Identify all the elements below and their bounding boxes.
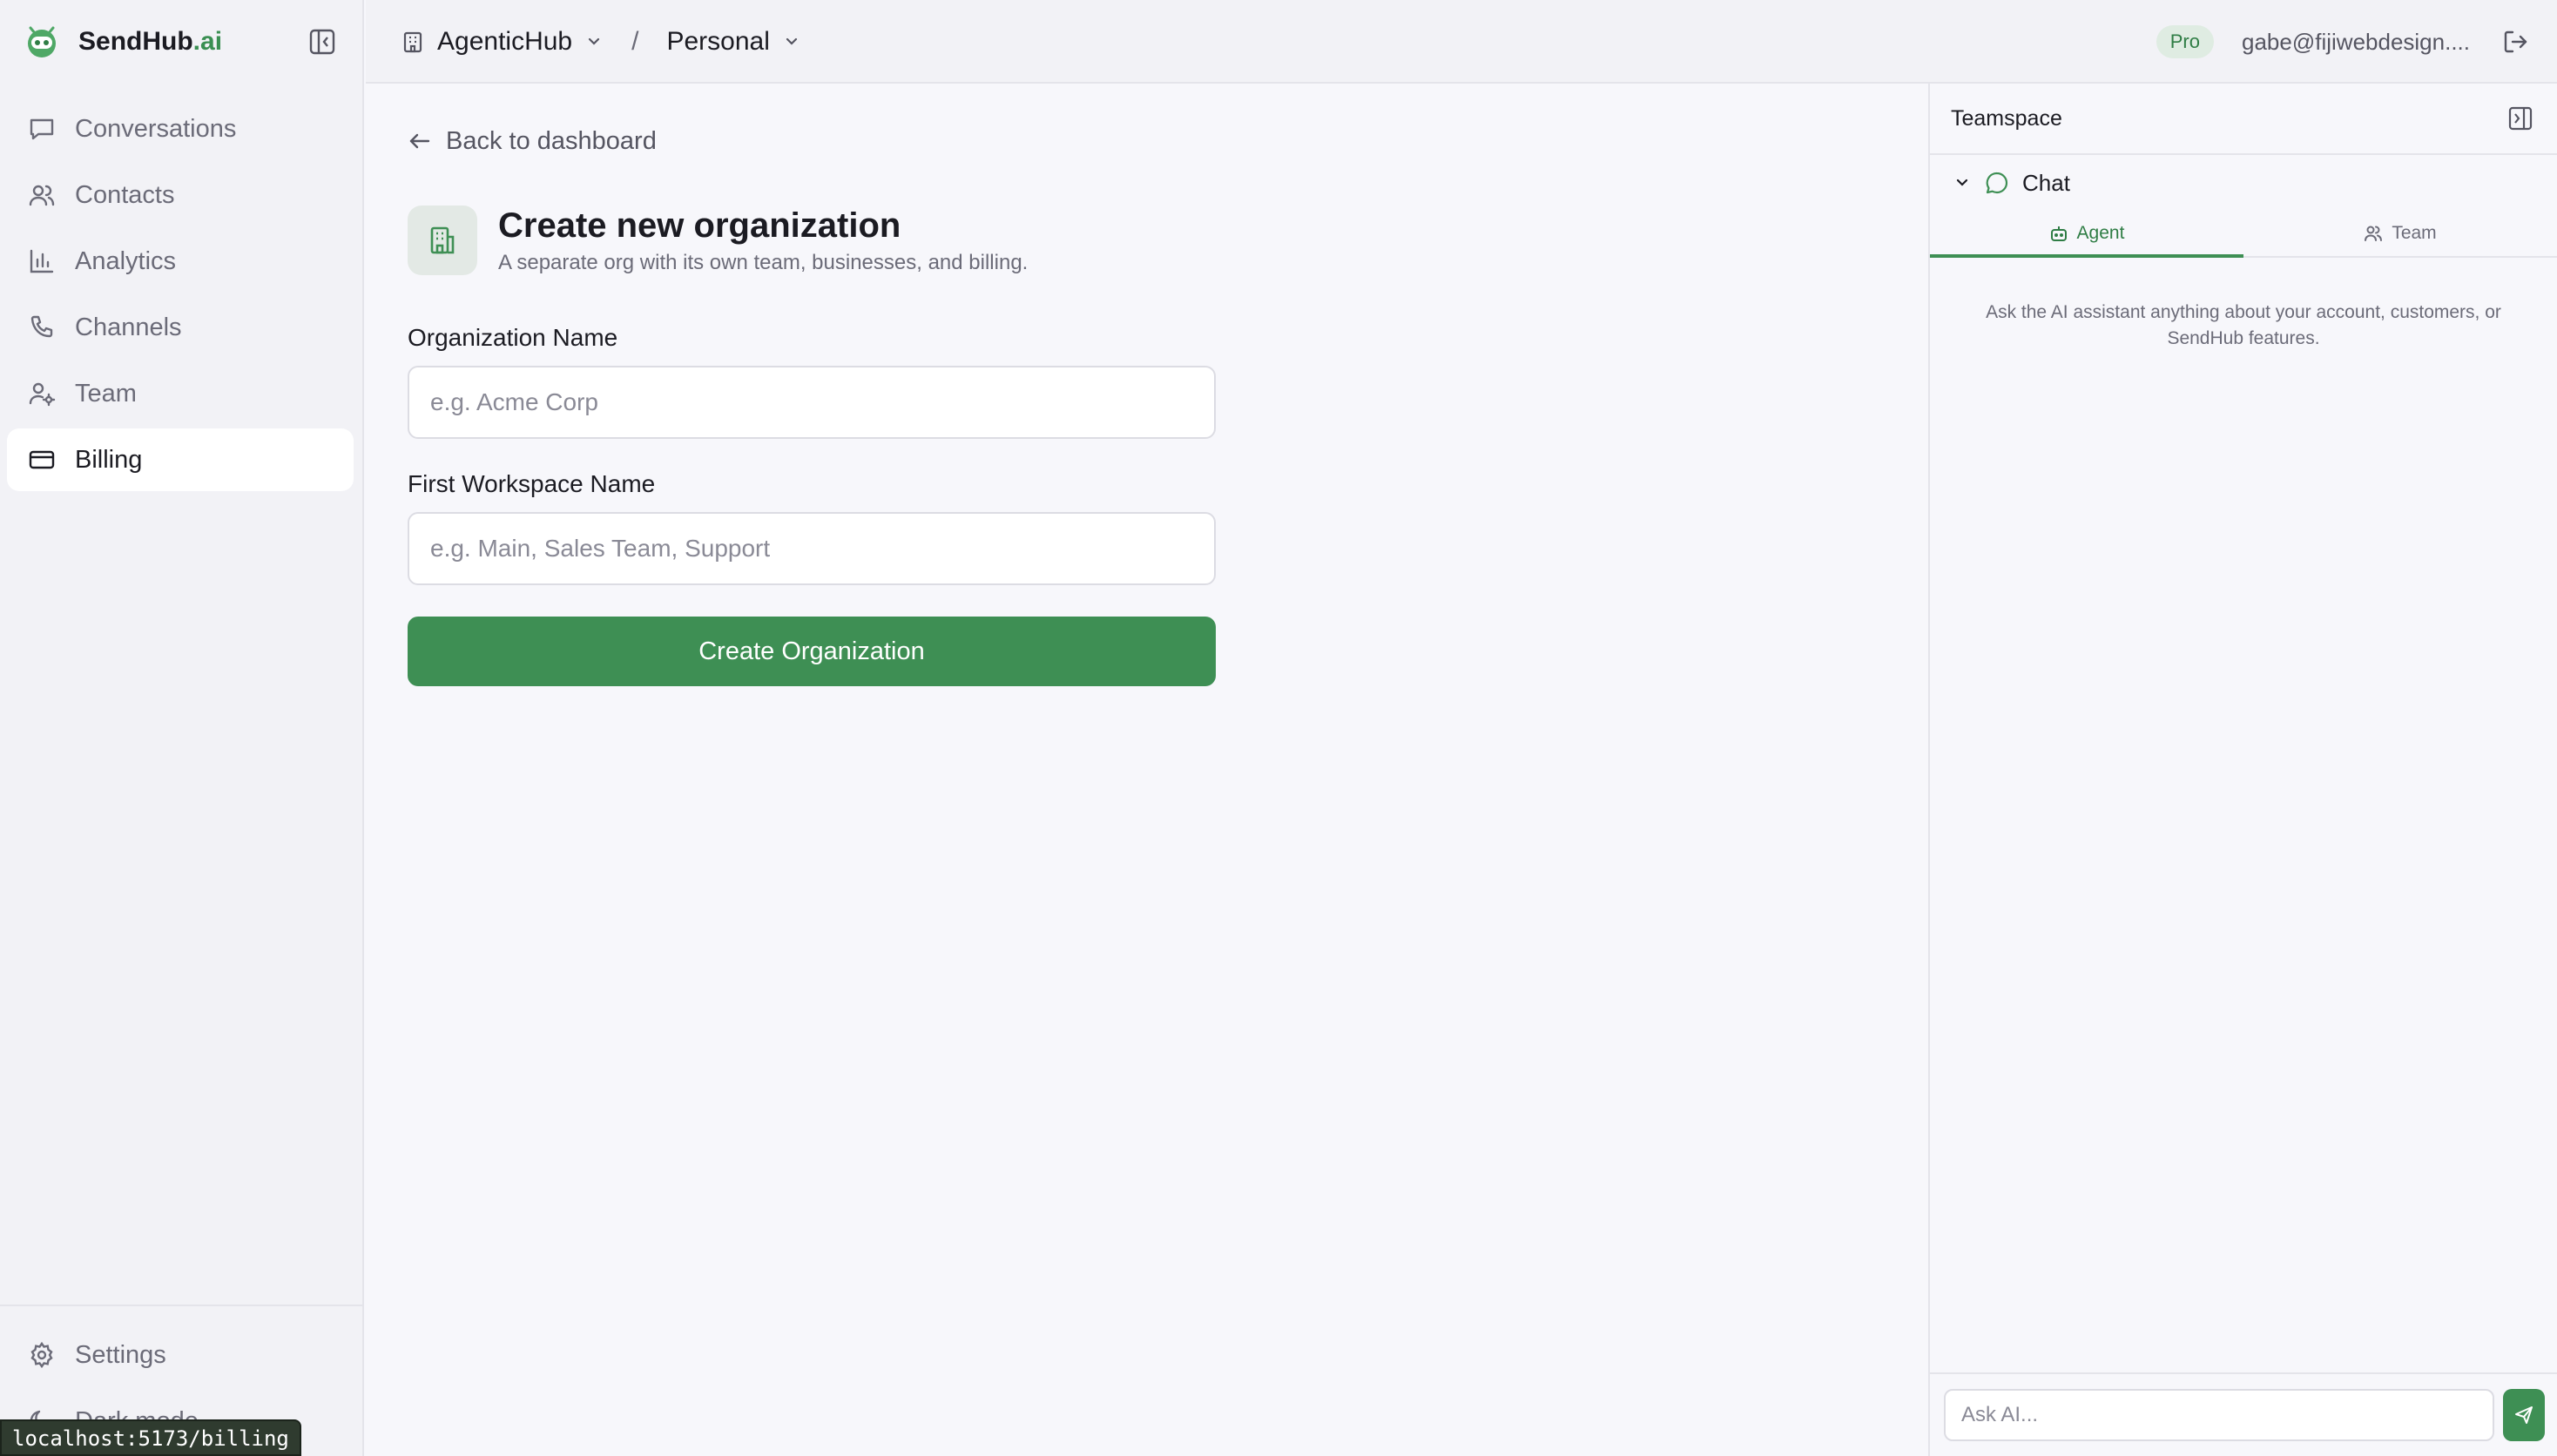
user-email[interactable]: gabe@fijiwebdesign.... [2242,29,2470,56]
credit-card-icon [28,446,56,474]
tab-label: Agent [2076,223,2125,243]
main-content: Back to dashboard Create new organizatio… [366,85,1928,1456]
status-url-tooltip: localhost:5173/billing [0,1419,301,1456]
workspace-switcher[interactable]: Personal [666,27,800,57]
sidebar-nav: Conversations Contacts Analytics Channel… [7,98,354,495]
page-title: Create new organization [498,206,901,245]
chat-section-label: Chat [2022,169,2070,196]
sidebar-item-settings[interactable]: Settings [7,1324,357,1386]
org-name-label: Organization Name [408,324,618,351]
sidebar-item-channels[interactable]: Channels [7,296,354,359]
topbar: AgenticHub / Personal Pro gabe@fijiwebde… [366,0,2557,84]
sidebar-item-contacts[interactable]: Contacts [7,164,354,226]
panel-tabs: Agent Team [1930,211,2557,258]
org-name-field: Organization Name [408,324,1216,439]
sidebar: SendHub.ai Conversations Contacts Analyt… [0,0,364,1456]
sidebar-item-label: Analytics [75,246,177,275]
page-header: Create new organization A separate org w… [408,206,1028,275]
sidebar-item-billing[interactable]: Billing [7,428,354,491]
building-icon [408,206,477,275]
back-link-label: Back to dashboard [446,126,657,155]
bar-chart-icon [28,247,56,275]
robot-logo-icon [23,23,61,61]
chat-section-toggle[interactable]: Chat [1930,155,2557,211]
plan-badge: Pro [2156,25,2214,58]
user-cog-icon [28,380,56,408]
workspace-name-label: First Workspace Name [408,470,656,497]
chat-bubble-icon [1984,170,2010,196]
tab-agent[interactable]: Agent [1930,211,2243,258]
sidebar-item-analytics[interactable]: Analytics [7,230,354,293]
back-to-dashboard-link[interactable]: Back to dashboard [408,124,657,158]
phone-icon [28,313,56,341]
create-org-form: Organization Name First Workspace Name C… [408,324,1216,686]
arrow-left-icon [408,129,432,153]
message-icon [28,115,56,143]
chevron-down-icon [1953,173,1972,192]
chat-composer [1930,1372,2557,1456]
workspace-name-input[interactable] [408,512,1216,585]
sidebar-item-label: Conversations [75,114,237,143]
users-icon [28,181,56,209]
brand-name: SendHub.ai [78,27,223,56]
sidebar-item-label: Contacts [75,180,175,209]
breadcrumb-separator: / [631,27,639,56]
sidebar-item-label: Channels [75,313,182,341]
page-subtitle: A separate org with its own team, busine… [498,250,1029,274]
teamspace-panel: Teamspace Chat Agent Team Ask the AI ass… [1928,84,2557,1456]
workspace-name: Personal [666,27,770,56]
building-icon [401,30,425,54]
workspace-name-field: First Workspace Name [408,470,1216,585]
users-icon [2364,224,2383,243]
send-icon [2513,1405,2534,1426]
tab-team[interactable]: Team [2243,211,2557,256]
topbar-right: Pro gabe@fijiwebdesign.... [2156,21,2533,63]
org-switcher[interactable]: AgenticHub [401,27,604,57]
tab-label: Team [2392,223,2437,243]
sidebar-item-label: Billing [75,445,143,474]
org-name: AgenticHub [437,27,573,56]
chevron-down-icon [584,32,604,51]
send-button[interactable] [2503,1389,2545,1441]
sidebar-item-label: Settings [75,1340,166,1369]
brand[interactable]: SendHub.ai [23,19,222,64]
sidebar-collapse-icon[interactable] [305,24,340,59]
org-name-input[interactable] [408,366,1216,439]
assistant-hint: Ask the AI assistant anything about your… [1986,302,2501,348]
panel-header: Teamspace [1930,84,2557,155]
panel-title: Teamspace [1951,105,2062,131]
chevron-down-icon [782,32,801,51]
logout-icon[interactable] [2498,24,2533,59]
gear-icon [28,1341,56,1369]
panel-collapse-icon[interactable] [2505,103,2536,134]
sidebar-item-label: Team [75,379,137,408]
breadcrumb: AgenticHub / Personal [401,19,801,64]
ask-ai-input[interactable] [1944,1389,2494,1441]
bot-icon [2049,224,2068,243]
sidebar-item-team[interactable]: Team [7,362,354,425]
sidebar-item-conversations[interactable]: Conversations [7,98,354,160]
create-organization-button[interactable]: Create Organization [408,617,1216,686]
